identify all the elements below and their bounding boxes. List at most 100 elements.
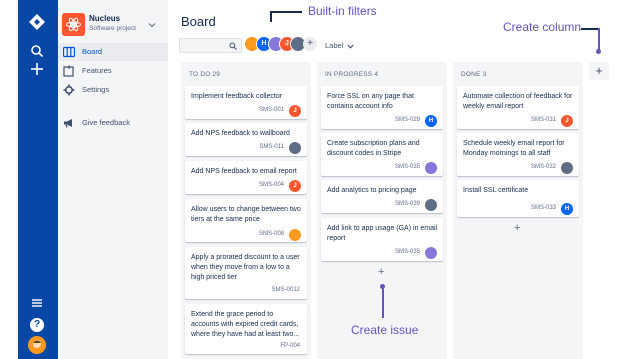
card-summary: Implement feedback collector — [191, 93, 283, 100]
issue-key: SMS-032 — [530, 164, 556, 170]
issue-card[interactable]: Schedule weekly email report for Monday … — [457, 133, 579, 176]
annotation-pointer — [270, 11, 272, 22]
issue-key: SMS-035 — [394, 164, 420, 170]
assignee-avatar: H — [561, 203, 573, 215]
issue-key: SMS-033 — [530, 205, 556, 211]
sidebar-item-give-feedback[interactable]: Give feedback — [58, 114, 168, 132]
assignee-avatar — [425, 162, 437, 174]
sidebar-item-label: Give feedback — [82, 118, 130, 127]
global-nav: ? — [18, 0, 58, 359]
avatar-filter-group: H J + — [244, 36, 318, 53]
project-type: Software project — [89, 25, 136, 32]
card-summary: Force SSL on any page that contains acco… — [327, 93, 414, 110]
column-header: IN PROGRESS 4 — [325, 71, 379, 78]
annotation-pointer — [382, 287, 384, 318]
add-people-button[interactable]: + — [303, 37, 317, 51]
annotation-dot — [596, 49, 601, 54]
issue-card[interactable]: Create subscription plans and discount c… — [321, 133, 443, 176]
issue-card[interactable]: Apply a prorated discount to a user when… — [185, 247, 307, 299]
project-switcher[interactable]: Nucleus Software project — [62, 13, 160, 37]
annotation-pointer — [598, 28, 600, 50]
assignee-avatar — [289, 142, 301, 154]
annotation-pointer — [270, 11, 302, 13]
issue-key: SMS-001 — [258, 107, 284, 113]
sidebar-item-features[interactable]: Features — [58, 62, 168, 80]
sidebar-item-label: Settings — [82, 85, 110, 94]
column-header: TO DO 29 — [189, 71, 221, 78]
issue-card[interactable]: Extend the grace period to accounts with… — [185, 304, 307, 354]
page-title: Board — [181, 14, 216, 29]
issue-key: SMS-008 — [258, 231, 284, 237]
sidebar-item-board[interactable]: Board — [58, 43, 168, 61]
create-column-button[interactable]: + — [589, 62, 609, 80]
jira-logo-icon[interactable] — [28, 13, 46, 31]
card-summary: Add NPS feedback to email report — [191, 168, 297, 175]
search-input[interactable] — [179, 38, 242, 53]
assignee-avatar: H — [425, 115, 437, 127]
issue-key: FP-004 — [280, 343, 300, 349]
card-summary: Add analytics to pricing page — [327, 187, 417, 194]
issue-key: SMS-004 — [258, 182, 284, 188]
issue-key: SMS-031 — [530, 117, 556, 123]
gear-icon — [63, 84, 75, 96]
issue-key: SMS-011 — [259, 144, 284, 150]
issue-card[interactable]: Automate collection of feedback for week… — [457, 86, 579, 129]
card-summary: Install SSL certificate — [463, 187, 529, 194]
card-summary: Extend the grace period to accounts with… — [191, 311, 300, 338]
chevron-down-icon — [148, 23, 156, 28]
issue-card[interactable]: Add NPS feedback to email report SMS-004… — [185, 161, 307, 194]
create-issue-button[interactable]: + — [378, 266, 384, 278]
issue-key: SMS-039 — [394, 201, 420, 207]
issue-card[interactable]: Allow users to change between two tiers … — [185, 199, 307, 242]
builtin-filters-annotation: Built-in filters — [308, 4, 377, 18]
user-avatar[interactable] — [28, 336, 46, 354]
card-summary: Apply a prorated discount to a user when… — [191, 254, 300, 281]
assignee-avatar — [289, 229, 301, 241]
assignee-avatar: J — [561, 115, 573, 127]
assignee-avatar — [425, 199, 437, 211]
assignee-avatar: J — [289, 105, 301, 117]
column-header: DONE 3 — [461, 71, 487, 78]
label-filter-text: Label — [325, 41, 344, 50]
assignee-avatar: J — [289, 180, 301, 192]
assignee-avatar — [425, 247, 437, 259]
chevron-down-icon — [347, 44, 354, 49]
annotation-pointer — [581, 28, 599, 30]
create-plus-icon[interactable] — [28, 62, 46, 80]
card-summary: Add NPS feedback to wallboard — [191, 130, 290, 137]
menu-icon[interactable] — [28, 295, 46, 313]
project-sidebar: Nucleus Software project Board Features … — [58, 0, 168, 359]
issue-card[interactable]: Implement feedback collector SMS-001 J — [185, 86, 307, 119]
issue-card[interactable]: Force SSL on any page that contains acco… — [321, 86, 443, 129]
search-icon — [229, 42, 237, 50]
column-done: DONE 3 Automate collection of feedback f… — [453, 62, 583, 359]
card-summary: Allow users to change between two tiers … — [191, 206, 301, 223]
create-column-annotation: Create column — [503, 20, 582, 34]
board-icon — [63, 46, 75, 58]
sidebar-item-settings[interactable]: Settings — [58, 81, 168, 99]
issue-card[interactable]: Add link to app usage (GA) in email repo… — [321, 218, 443, 261]
issue-card[interactable]: Add NPS feedback to wallboard SMS-011 — [185, 123, 307, 156]
card-summary: Create subscription plans and discount c… — [327, 140, 420, 157]
issue-key: SMS-035 — [394, 249, 420, 255]
create-issue-annotation: Create issue — [351, 323, 419, 337]
card-summary: Add link to app usage (GA) in email repo… — [327, 225, 438, 242]
create-issue-button[interactable]: + — [514, 222, 520, 234]
sidebar-item-label: Board — [82, 47, 103, 56]
help-icon[interactable]: ? — [30, 318, 44, 332]
megaphone-icon — [64, 119, 72, 128]
assignee-avatar — [561, 162, 573, 174]
project-avatar-icon — [62, 13, 85, 36]
project-name: Nucleus — [89, 14, 121, 23]
features-icon — [63, 65, 74, 77]
issue-key: SMS-0012 — [271, 287, 300, 293]
card-summary: Schedule weekly email report for Monday … — [463, 140, 565, 157]
issue-card[interactable]: Add analytics to pricing page SMS-039 — [321, 180, 443, 213]
card-summary: Automate collection of feedback for week… — [463, 93, 573, 110]
issue-key: SMS-029 — [394, 117, 420, 123]
sidebar-item-label: Features — [82, 66, 112, 75]
issue-card[interactable]: Install SSL certificate SMS-033 H — [457, 180, 579, 217]
label-filter-dropdown[interactable]: Label — [325, 41, 354, 50]
search-icon[interactable] — [28, 44, 46, 62]
column-todo: TO DO 29 Implement feedback collector SM… — [181, 62, 311, 359]
